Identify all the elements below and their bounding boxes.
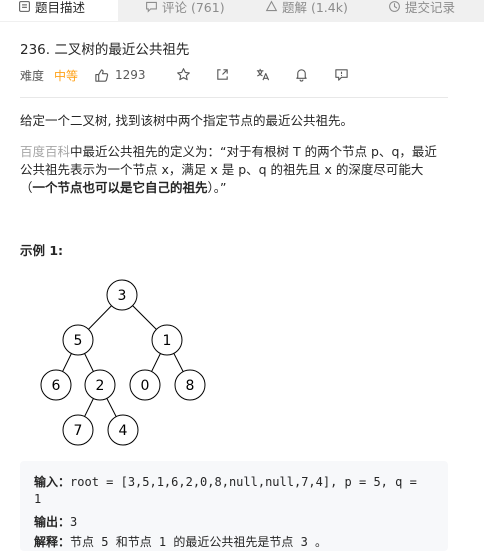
example-explain-line: 解释：节点 5 和节点 1 的最近公共祖先是节点 3 。 [34, 533, 327, 550]
svg-text:1: 1 [163, 333, 172, 349]
svg-text:3: 3 [118, 288, 127, 304]
tree-node: 3 [106, 279, 138, 311]
definition-emphasis: 一个节点也可以是它自己的祖先 [32, 180, 208, 195]
tab-description-label: 题目描述 [35, 0, 86, 15]
thumbs-up-icon [95, 68, 109, 82]
tab-solutions-label: 题解 (1.4k) [282, 0, 348, 15]
share-icon [216, 68, 228, 80]
tree-node: 4 [107, 414, 139, 446]
problem-title: 236. 二叉树的最近公共祖先 [20, 42, 190, 58]
baike-link[interactable]: 百度百科 [20, 144, 70, 159]
share-button[interactable] [214, 66, 230, 82]
problem-meta: 难度 中等 1293 [20, 66, 460, 84]
tree-node: 5 [62, 324, 94, 356]
tab-comments-label: 评论 (761) [162, 0, 225, 15]
tree-node: 8 [174, 369, 206, 401]
solution-icon [265, 0, 278, 11]
translate-icon [256, 68, 269, 80]
history-icon [389, 0, 400, 12]
tree-nodes: 3 5 1 6 2 0 8 7 4 [40, 279, 206, 446]
translate-button[interactable] [254, 66, 270, 82]
tab-submissions[interactable]: 提交记录 [388, 0, 455, 21]
feedback-icon [334, 68, 348, 81]
example-output-line: 输出：3 [34, 513, 77, 530]
tree-node: 2 [84, 369, 116, 401]
description-icon [19, 0, 30, 12]
tab-bar: 题目描述 评论 (761) 题解 (1.4k) 提交记录 [0, 0, 484, 22]
like-count: 1293 [115, 68, 146, 82]
problem-intro: 给定一个二叉树, 找到该树中两个指定节点的最近公共祖先。 [20, 113, 353, 128]
output-value: 3 [70, 515, 78, 529]
tree-edges [55, 294, 191, 431]
svg-text:7: 7 [74, 423, 83, 439]
definition-line-1: 中最近公共祖先的定义为：“对于有根树 T 的两个节点 p、q，最近 [70, 144, 437, 159]
difficulty-label: 难度 [20, 68, 45, 83]
tree-node: 0 [129, 369, 161, 401]
example-input-line: 输入：root = [3,5,1,6,2,0,8,null,null,7,4],… [34, 473, 417, 490]
example-title: 示例 1: [20, 243, 64, 258]
definition-paren-open: （ [20, 180, 33, 195]
svg-text:0: 0 [141, 378, 150, 394]
definition-paren-close: ）。” [207, 180, 227, 195]
binary-tree-diagram: 3 5 1 6 2 0 8 7 4 [40, 279, 206, 446]
definition-line-2: 公共祖先表示为一个节点 x，满足 x 是 p、q 的祖先且 x 的深度尽可能大 [20, 162, 424, 177]
output-label: 输出： [34, 515, 71, 529]
tab-submissions-label: 提交记录 [405, 0, 456, 15]
divider [20, 97, 448, 98]
feedback-button[interactable] [333, 66, 349, 82]
tab-comments[interactable]: 评论 (761) [145, 0, 225, 21]
problem-definition: 百度百科中最近公共祖先的定义为：“对于有根树 T 的两个节点 p、q，最近 公共… [20, 143, 460, 197]
favorite-button[interactable] [175, 66, 191, 82]
input-value: root = [3,5,1,6,2,0,8,null,null,7,4], p … [70, 475, 417, 489]
tab-description[interactable]: 题目描述 [0, 0, 118, 21]
bell-icon [295, 68, 307, 82]
svg-text:2: 2 [96, 378, 105, 394]
svg-text:4: 4 [119, 423, 128, 439]
tree-node: 7 [62, 414, 94, 446]
svg-text:6: 6 [52, 378, 61, 394]
explain-label: 解释： [34, 535, 71, 549]
svg-text:5: 5 [74, 333, 83, 349]
tab-solutions[interactable]: 题解 (1.4k) [265, 0, 348, 21]
comment-icon [146, 1, 157, 13]
example-input-line-cont: 1 [34, 492, 42, 506]
notification-button[interactable] [293, 66, 309, 82]
tree-node: 6 [40, 369, 72, 401]
difficulty-badge: 中等 [54, 68, 79, 83]
input-label: 输入： [34, 475, 71, 489]
explain-value: 节点 5 和节点 1 的最近公共祖先是节点 3 。 [70, 535, 328, 549]
like-button[interactable]: 1293 [94, 68, 146, 83]
svg-text:8: 8 [186, 378, 195, 394]
star-icon [176, 67, 190, 80]
tree-node: 1 [151, 324, 183, 356]
